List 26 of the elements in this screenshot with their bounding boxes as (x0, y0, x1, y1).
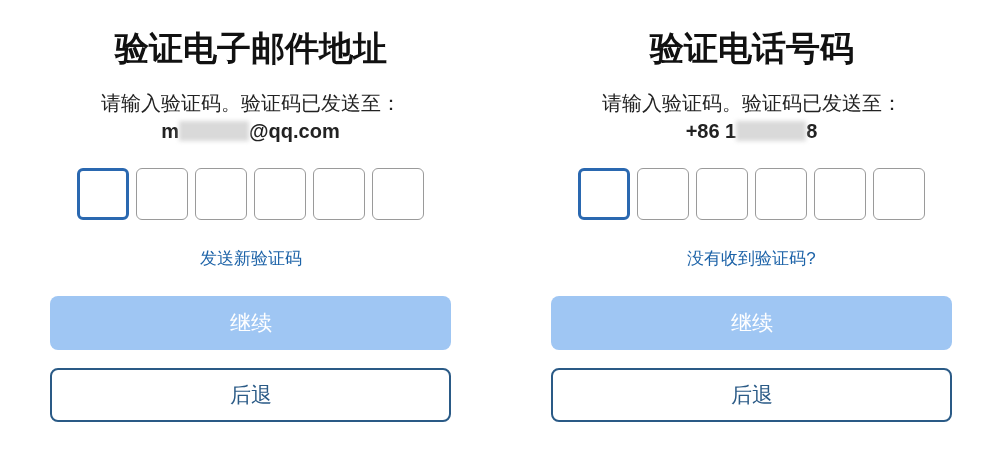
contact-start: +86 1 (685, 119, 737, 144)
back-button[interactable]: 后退 (551, 367, 952, 422)
code-digit-field[interactable] (755, 168, 807, 220)
code-digit-field[interactable] (136, 168, 188, 220)
code-digit-field[interactable] (77, 168, 129, 220)
contact-start: m (161, 119, 180, 144)
code-digit-field[interactable] (372, 168, 424, 220)
code-digit-field[interactable] (313, 168, 365, 220)
code-digit-field[interactable] (696, 168, 748, 220)
code-digit-field[interactable] (254, 168, 306, 220)
code-digit-field[interactable] (195, 168, 247, 220)
code-digit-field[interactable] (873, 168, 925, 220)
panel-title: 验证电话号码 (649, 28, 854, 69)
instruction-text: 请输入验证码。验证码已发送至： (601, 91, 902, 116)
code-digit-field[interactable] (578, 168, 630, 220)
redaction-blur (179, 121, 250, 141)
resend-link[interactable]: 发送新验证码 (199, 246, 302, 272)
redaction-blur (736, 121, 807, 141)
instruction-text: 请输入验证码。验证码已发送至： (100, 91, 401, 116)
contact-end: 8 (806, 119, 818, 144)
contact-end: @qq.com (249, 119, 340, 144)
resend-link[interactable]: 没有收到验证码? (687, 246, 816, 272)
code-digit-field[interactable] (637, 168, 689, 220)
panel-title: 验证电子邮件地址 (114, 28, 387, 69)
code-digit-field[interactable] (814, 168, 866, 220)
back-button[interactable]: 后退 (50, 367, 451, 422)
